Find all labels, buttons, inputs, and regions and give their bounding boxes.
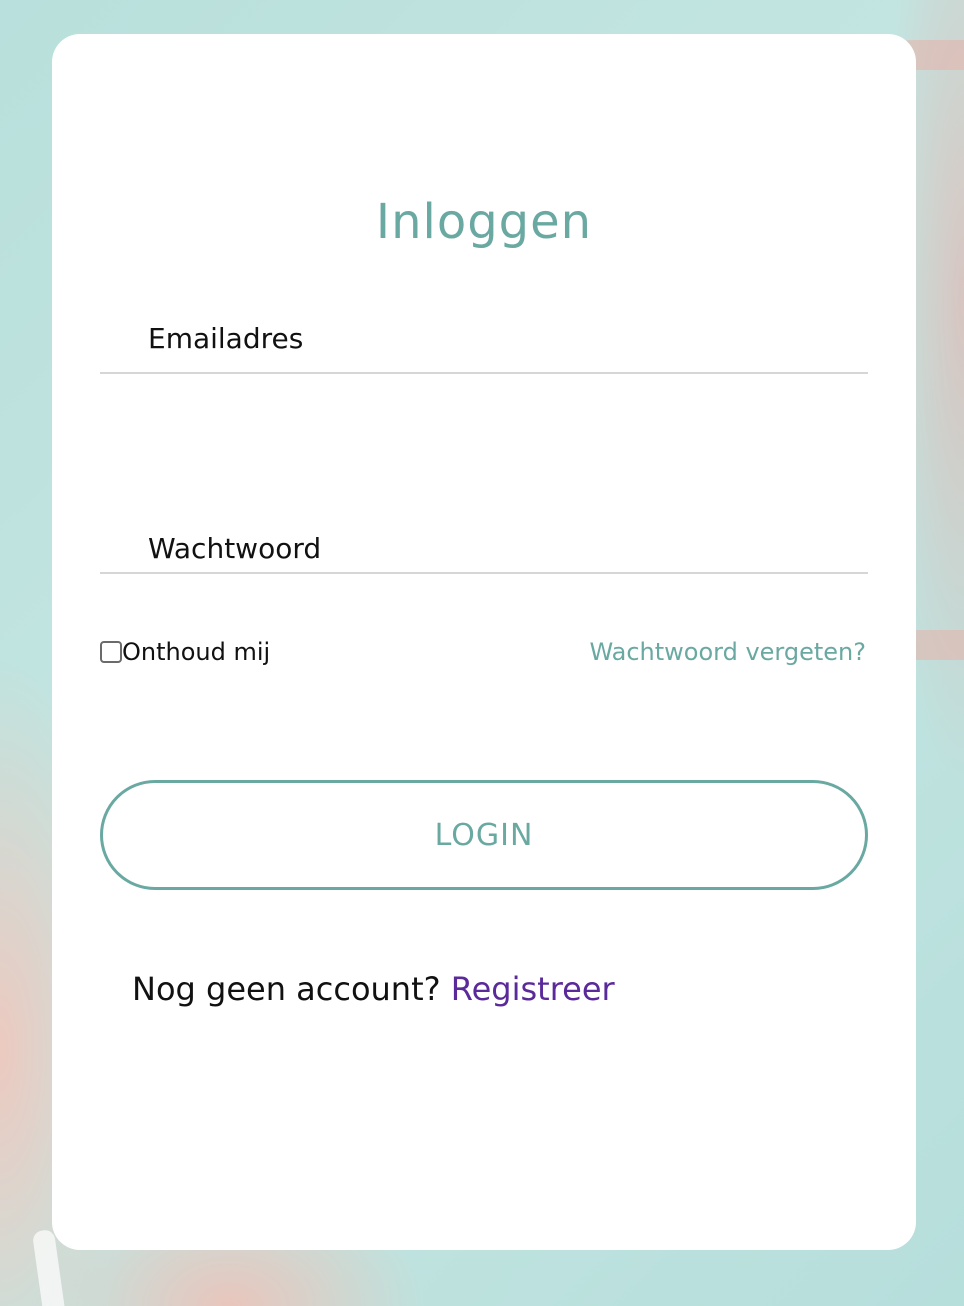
register-prompt-text: Nog geen account? (132, 970, 451, 1008)
remember-me[interactable]: Onthoud mij (100, 638, 270, 666)
page-title: Inloggen (375, 194, 593, 250)
password-field[interactable] (100, 526, 868, 572)
email-field-container (100, 306, 868, 374)
remember-me-checkbox[interactable] (100, 641, 122, 663)
login-card: Inloggen Onthoud mij Wachtwoord vergeten… (52, 34, 916, 1250)
email-field[interactable] (100, 306, 868, 372)
remember-me-label: Onthoud mij (122, 638, 271, 666)
password-field-container (100, 526, 868, 574)
register-link[interactable]: Registreer (451, 970, 615, 1008)
login-button[interactable]: LOGIN (100, 780, 868, 890)
forgot-password-link[interactable]: Wachtwoord vergeten? (589, 638, 866, 666)
register-prompt-row: Nog geen account? Registreer (132, 970, 615, 1008)
